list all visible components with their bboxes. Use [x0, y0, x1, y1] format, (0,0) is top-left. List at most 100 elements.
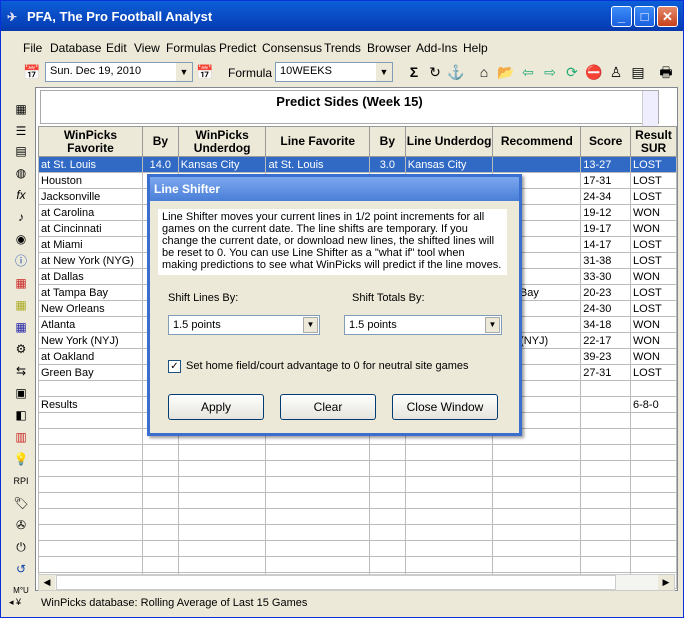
menu-help[interactable]: Help	[463, 41, 488, 55]
column-header[interactable]: Recommend	[492, 126, 582, 157]
sync-icon[interactable]: ⟳	[563, 63, 581, 81]
bulb-icon[interactable]: 💡	[13, 451, 29, 467]
globe-icon[interactable]: ◍	[13, 165, 29, 181]
scroll-right-icon[interactable]: ▶	[658, 575, 674, 590]
table-row[interactable]	[38, 508, 677, 525]
wheel-icon[interactable]: ✇	[13, 517, 29, 533]
close-window-button[interactable]: Close Window	[392, 394, 498, 420]
table-row[interactable]	[38, 460, 677, 477]
cycle-icon[interactable]: ↺	[13, 561, 29, 577]
column-header[interactable]: Result SUR	[630, 126, 677, 157]
power-icon[interactable]: ⏻	[13, 539, 29, 555]
table-cell: WON	[630, 332, 677, 349]
table-cell	[630, 492, 677, 509]
column-header[interactable]: WinPicks Underdog	[177, 126, 267, 157]
print-icon[interactable]: 🖶	[657, 63, 675, 81]
shift-lines-select[interactable]: 1.5 points ▼	[168, 315, 320, 335]
table-row[interactable]	[38, 444, 677, 461]
menu-formulas[interactable]: Formulas	[166, 41, 216, 55]
menu-consensus[interactable]: Consensus	[262, 41, 322, 55]
table-cell: LOST	[630, 156, 677, 173]
table-cell: at Carolina	[38, 204, 143, 221]
bar-chart-icon[interactable]: ▥	[13, 429, 29, 445]
table-row[interactable]	[38, 556, 677, 573]
toggle-icon[interactable]: ⇆	[13, 363, 29, 379]
anchor-icon[interactable]: ⚓	[447, 63, 465, 81]
column-header[interactable]: By	[141, 126, 179, 157]
column-header[interactable]: Line Underdog	[404, 126, 494, 157]
table-row[interactable]	[38, 476, 677, 493]
document-icon[interactable]: ▤	[13, 143, 29, 159]
table-cell	[141, 460, 179, 477]
calendar-back-icon[interactable]: 📅	[23, 63, 41, 81]
window-icon[interactable]: ▣	[13, 385, 29, 401]
table-cell: New Orleans	[38, 300, 143, 317]
menu-browser[interactable]: Browser	[367, 41, 411, 55]
chevron-down-icon[interactable]: ▼	[176, 63, 192, 81]
minimize-button[interactable]: _	[611, 6, 632, 27]
menu-file[interactable]: File	[23, 41, 42, 55]
column-header[interactable]: Line Favorite	[265, 126, 370, 157]
menu-edit[interactable]: Edit	[106, 41, 127, 55]
list-icon[interactable]: ☰	[13, 123, 29, 139]
header-scrollbar[interactable]	[642, 91, 658, 127]
table-yellow-icon[interactable]: ▦	[13, 297, 29, 313]
calendar-forward-icon[interactable]: 📅	[196, 63, 214, 81]
info-icon[interactable]: ⓘ	[13, 253, 29, 269]
column-header[interactable]: By	[368, 126, 406, 157]
arrow-right-icon[interactable]: ⇨	[541, 63, 559, 81]
folder-icon[interactable]: 📂	[497, 63, 515, 81]
column-header[interactable]: WinPicks Favorite	[38, 126, 143, 157]
table-row[interactable]	[38, 492, 677, 509]
home-icon[interactable]: ⌂	[475, 63, 493, 81]
table-cell	[141, 508, 179, 525]
scroll-left-icon[interactable]: ◀	[39, 575, 55, 590]
menu-add-ins[interactable]: Add-Ins	[416, 41, 457, 55]
table-row[interactable]	[38, 524, 677, 541]
scroll-thumb[interactable]	[56, 575, 616, 590]
table-cell	[141, 476, 179, 493]
table-cell	[265, 540, 370, 557]
menu-predict[interactable]: Predict	[219, 41, 256, 55]
clear-button[interactable]: Clear	[280, 394, 376, 420]
menu-database[interactable]: Database	[50, 41, 101, 55]
column-header[interactable]: Score	[580, 126, 632, 157]
arrow-left-icon[interactable]: ⇦	[519, 63, 537, 81]
close-button[interactable]: ✕	[657, 6, 678, 27]
menu-view[interactable]: View	[134, 41, 160, 55]
table-cell	[580, 460, 632, 477]
apply-button[interactable]: Apply	[168, 394, 264, 420]
rpi-icon[interactable]: RPI	[13, 473, 29, 489]
table-cell	[265, 508, 370, 525]
maximize-button[interactable]: □	[634, 6, 655, 27]
shift-totals-select[interactable]: 1.5 points ▼	[344, 315, 502, 335]
table-blue-icon[interactable]: ▦	[13, 319, 29, 335]
refresh-icon[interactable]: ↻	[426, 63, 444, 81]
stop-icon[interactable]: ⛔	[585, 63, 603, 81]
menu-trends[interactable]: Trends	[324, 41, 361, 55]
tag-icon[interactable]: 🏷	[13, 495, 29, 511]
sum-icon[interactable]: Σ	[405, 63, 423, 81]
neutral-site-checkbox[interactable]: ✓	[168, 360, 181, 373]
table-red-icon[interactable]: ▦	[13, 275, 29, 291]
status-arrows-icon[interactable]: ◂ ¥	[9, 597, 21, 608]
table-row[interactable]: at St. Louis 14.0 Kansas City at St. Louis 3…	[38, 156, 677, 173]
chevron-down-icon[interactable]: ▼	[303, 317, 318, 333]
table-cell	[141, 524, 179, 541]
chart-icon[interactable]: ▤	[629, 63, 647, 81]
date-select[interactable]: Sun. Dec 19, 2010 ▼	[45, 62, 193, 82]
music-icon[interactable]: ♪	[13, 209, 29, 225]
settings-icon[interactable]: ⚙	[13, 341, 29, 357]
table-row[interactable]	[38, 540, 677, 557]
person-icon[interactable]: ♙	[607, 63, 625, 81]
table-cell	[141, 492, 179, 509]
function-icon[interactable]: fx	[13, 187, 29, 203]
earth-icon[interactable]: ◉	[13, 231, 29, 247]
panel-icon[interactable]: ◧	[13, 407, 29, 423]
chevron-down-icon[interactable]: ▼	[376, 63, 392, 81]
grid-icon[interactable]: ▦	[13, 101, 29, 117]
formula-select[interactable]: 10WEEKS ▼	[275, 62, 393, 82]
horizontal-scrollbar[interactable]: ◀ ▶	[38, 574, 675, 591]
chevron-down-icon[interactable]: ▼	[485, 317, 500, 333]
toolbar: 📅 Sun. Dec 19, 2010 ▼ 📅 Formula 10WEEKS …	[1, 59, 683, 87]
